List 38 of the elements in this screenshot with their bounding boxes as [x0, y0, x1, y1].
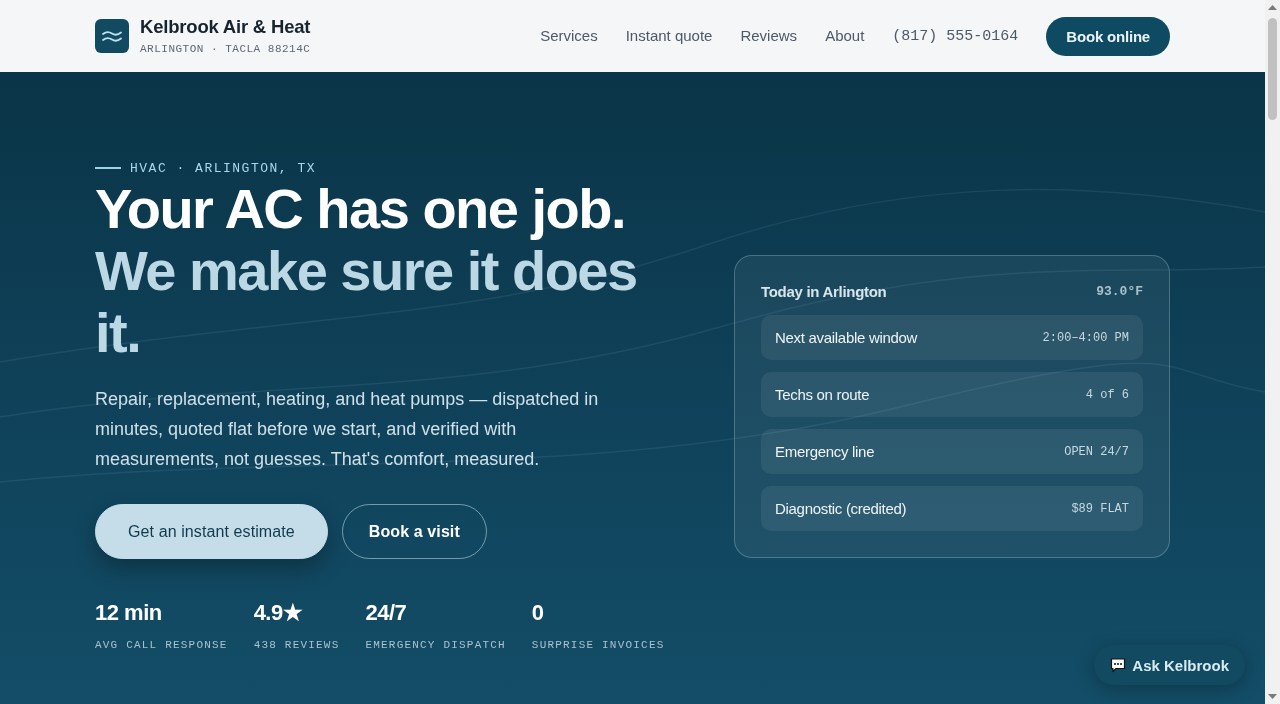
- info-value: 2:00–4:00 PM: [1042, 330, 1129, 345]
- brand-tagline: ARLINGTON · TACLA 88214C: [140, 43, 311, 56]
- info-value: 4 of 6: [1085, 387, 1129, 402]
- nav-link[interactable]: Reviews: [740, 26, 798, 46]
- stat-label: 438 REVIEWS: [253, 639, 340, 652]
- temperature-reading: 93.0°F: [1096, 283, 1143, 299]
- book-online-button[interactable]: Book online: [1046, 16, 1170, 56]
- stat-value: 24/7: [365, 600, 408, 626]
- info-value: $89 FLAT: [1071, 501, 1129, 516]
- stat-value: 12 min: [95, 600, 163, 626]
- headline: Your AC has one job.: [95, 177, 626, 240]
- brand-name: Kelbrook Air & Heat: [140, 16, 311, 38]
- stat-label: SURPRISE INVOICES: [531, 639, 665, 652]
- eyebrow-text: HVAC · ARLINGTON, TX: [130, 160, 317, 176]
- scrollbar[interactable]: [1265, 0, 1280, 704]
- nav-link[interactable]: About: [825, 26, 865, 46]
- info-label: Next available window: [775, 329, 918, 346]
- stat-value: 4.9★: [253, 600, 304, 626]
- speech-bubble-icon: [1110, 657, 1127, 673]
- info-label: Diagnostic (credited): [775, 500, 907, 517]
- nav-link[interactable]: Services: [540, 26, 598, 46]
- hero-description: Repair, replacement, heating, and heat pumps — dispatched in minutes, quoted flat before we start, and verified with measurements, not guesses. That's comfort, measured.: [95, 388, 600, 471]
- scrollbar-thumb[interactable]: [1268, 18, 1277, 120]
- phone-link[interactable]: (817) 555-0164: [892, 27, 1019, 45]
- scroll-up-icon[interactable]: [1268, 5, 1277, 10]
- estimate-button[interactable]: Get an instant estimate: [95, 504, 328, 559]
- waves-logo-icon: [95, 19, 129, 53]
- chat-button[interactable]: Ask Kelbrook: [1094, 645, 1245, 685]
- headline-accent: We make sure it does it.: [95, 239, 637, 364]
- info-label: Emergency line: [775, 443, 875, 460]
- stat-value: 0: [531, 600, 545, 626]
- stat-label: EMERGENCY DISPATCH: [365, 639, 506, 652]
- nav-link[interactable]: Instant quote: [625, 26, 713, 46]
- info-value: OPEN 24/7: [1064, 444, 1129, 459]
- card-title: Today in Arlington: [761, 282, 887, 300]
- scroll-down-icon[interactable]: [1268, 694, 1277, 699]
- stat-label: AVG CALL RESPONSE: [95, 639, 228, 652]
- info-label: Techs on route: [775, 386, 870, 403]
